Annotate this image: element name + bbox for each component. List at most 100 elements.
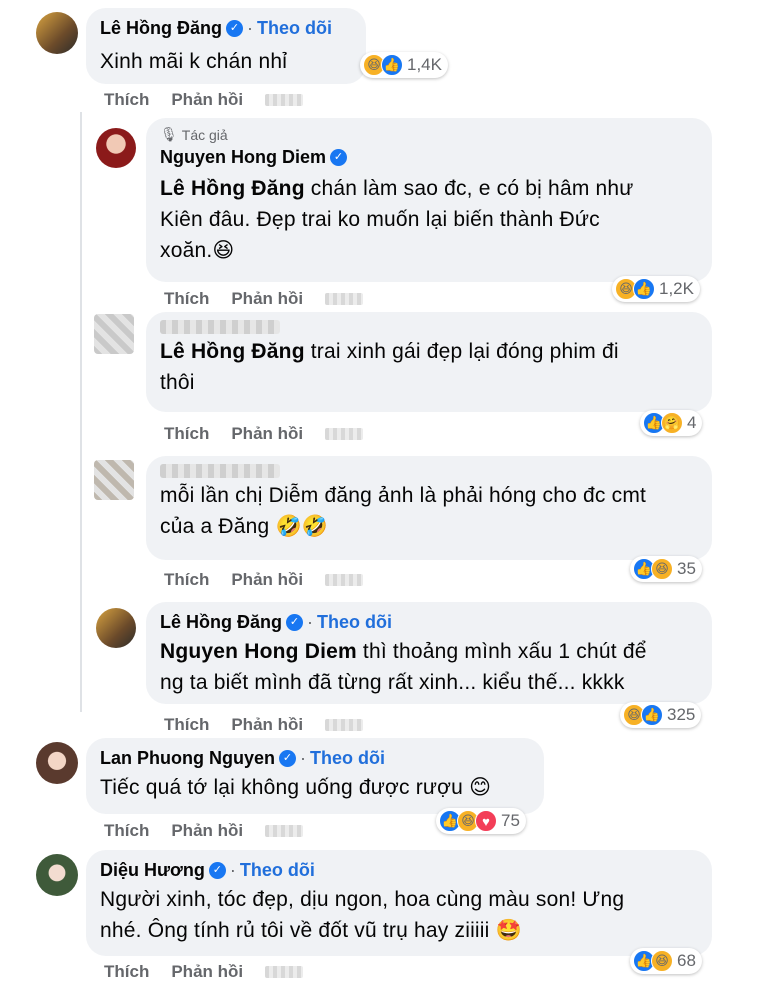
comment-text-segment: thì thoảng mình xấu 1 chút để [356, 640, 647, 663]
comment-text-segment: của a Đăng [160, 515, 270, 538]
mention-link[interactable]: Lê Hồng Đăng [160, 177, 305, 200]
commenter-name-blurred [160, 464, 280, 478]
like-reaction-icon: 👍 [381, 54, 403, 76]
verified-badge-icon: ✓ [226, 19, 243, 37]
comment-text: Xinh mãi k chán nhỉ [100, 50, 288, 73]
separator-dot: · [247, 18, 253, 38]
care-reaction-icon: 🤗 [661, 412, 683, 434]
comment-text-segment: ng ta biết mình đã từng rất xinh... kiểu… [160, 671, 625, 694]
timestamp-blurred [325, 574, 364, 586]
reaction-summary[interactable]: 👍 😆 68 [630, 948, 702, 974]
avatar[interactable] [94, 460, 134, 500]
comment-bubble: Lan Phuong Nguyen ✓ · Theo dõi Tiếc quá … [86, 738, 544, 814]
reply-button[interactable]: Phản hồi [231, 715, 303, 735]
like-button[interactable]: Thích [104, 962, 149, 982]
reaction-count: 1,2K [659, 279, 694, 298]
comment-text-segment: Tiếc quá tớ lại không uống được rượu [100, 776, 464, 799]
comment-text-segment: thôi [160, 371, 195, 394]
author-tag-label: Tác giả [181, 126, 228, 143]
verified-badge-icon: ✓ [279, 749, 296, 767]
comment-text: Lê Hồng Đăng chán làm sao đc, e có bị hâ… [160, 173, 700, 266]
comment-text: Tiếc quá tớ lại không uống được rượu 😊 [100, 772, 532, 803]
comment-actions: Thích Phản hồi [164, 715, 364, 735]
avatar[interactable] [36, 854, 78, 896]
verified-badge-icon: ✓ [286, 613, 303, 631]
follow-button[interactable]: Theo dõi [257, 16, 332, 40]
timestamp-blurred [265, 966, 304, 978]
separator-dot: · [300, 748, 306, 768]
reaction-count: 35 [677, 559, 696, 578]
avatar[interactable] [96, 128, 136, 168]
comment-bubble: Lê Hồng Đăng trai xinh gái đẹp lại đóng … [146, 312, 712, 412]
timestamp-blurred [265, 825, 304, 837]
comment-text-segment: nhé. Ông tính rủ tôi về đốt vũ trụ hay z… [100, 919, 490, 942]
commenter-name[interactable]: Lê Hồng Đăng [160, 610, 282, 634]
commenter-name-blurred [160, 320, 280, 334]
verified-badge-icon: ✓ [330, 148, 348, 166]
like-button[interactable]: Thích [164, 715, 209, 735]
thread-line [80, 112, 82, 712]
reaction-count: 68 [677, 951, 696, 970]
timestamp-blurred [325, 428, 364, 440]
smile-emoji-icon: 😊 [469, 776, 492, 799]
like-button[interactable]: Thích [104, 821, 149, 841]
commenter-name[interactable]: Nguyen Hong Diem [160, 145, 326, 169]
avatar[interactable] [96, 608, 136, 648]
comment-text-segment: trai xinh gái đẹp lại đóng phim đi [304, 340, 619, 363]
reply-button[interactable]: Phản hồi [231, 570, 303, 590]
author-mic-icon: 🎙 [160, 126, 178, 142]
comment-text-segment: mỗi lần chị Diễm đăng ảnh là phải hóng c… [160, 484, 647, 507]
comment-actions: Thích Phản hồi [104, 962, 304, 982]
reaction-summary[interactable]: 😆 👍 325 [620, 702, 702, 728]
comment-actions: Thích Phản hồi [104, 90, 304, 110]
reaction-summary[interactable]: 😆 👍 1,2K [612, 276, 700, 302]
comment-actions: Thích Phản hồi [164, 424, 364, 444]
haha-reaction-icon: 😆 [651, 950, 673, 972]
comment-bubble: 🎙 Tác giả Nguyen Hong Diem ✓ Lê Hồng Đăn… [146, 118, 712, 282]
follow-button[interactable]: Theo dõi [240, 858, 315, 882]
comment-text: Người xinh, tóc đẹp, dịu ngon, hoa cùng … [100, 884, 700, 946]
author-tag: 🎙 Tác giả [160, 126, 700, 143]
haha-reaction-icon: 😆 [651, 558, 673, 580]
commenter-name[interactable]: Lê Hồng Đăng [100, 16, 222, 40]
comment-bubble: Lê Hồng Đăng ✓ · Theo dõi Xinh mãi k chá… [86, 8, 366, 84]
reply-button[interactable]: Phản hồi [171, 821, 243, 841]
timestamp-blurred [325, 719, 364, 731]
comment-text-segment: xoăn. [160, 239, 213, 262]
separator-dot: · [229, 860, 236, 880]
reply-button[interactable]: Phản hồi [231, 289, 303, 309]
follow-button[interactable]: Theo dõi [317, 610, 392, 634]
follow-button[interactable]: Theo dõi [310, 746, 385, 770]
mention-link[interactable]: Nguyen Hong Diem [160, 640, 357, 663]
reply-button[interactable]: Phản hồi [171, 962, 243, 982]
comment-bubble: Diệu Hương ✓ · Theo dõi Người xinh, tóc … [86, 850, 712, 956]
reaction-summary[interactable]: 👍 🤗 4 [640, 410, 703, 436]
comment-actions: Thích Phản hồi [104, 821, 304, 841]
laugh-emoji-icon: 😆 [212, 239, 235, 262]
star-eyes-emoji-icon: 🤩 [495, 919, 522, 942]
reaction-summary[interactable]: 👍 😆 35 [630, 556, 702, 582]
like-button[interactable]: Thích [104, 90, 149, 110]
reaction-summary[interactable]: 👍 😆 ♥ 75 [436, 808, 526, 834]
reaction-summary[interactable]: 😆 👍 1,4K [360, 52, 448, 78]
comment-text-segment: chán làm sao đc, e có bị hâm như [304, 177, 634, 200]
comment-actions: Thích Phản hồi [164, 289, 364, 309]
like-button[interactable]: Thích [164, 289, 209, 309]
comment-text: mỗi lần chị Diễm đăng ảnh là phải hóng c… [160, 480, 700, 542]
like-button[interactable]: Thích [164, 424, 209, 444]
commenter-name[interactable]: Lan Phuong Nguyen [100, 746, 275, 770]
comment-bubble: mỗi lần chị Diễm đăng ảnh là phải hóng c… [146, 456, 712, 560]
avatar[interactable] [94, 314, 134, 354]
timestamp-blurred [325, 293, 364, 305]
reply-button[interactable]: Phản hồi [231, 424, 303, 444]
avatar[interactable] [36, 12, 78, 54]
comment-text-segment: Kiên đâu. Đẹp trai ko muốn lại biến thàn… [160, 208, 600, 231]
avatar[interactable] [36, 742, 78, 784]
comment-text: Nguyen Hong Diem thì thoảng mình xấu 1 c… [160, 636, 700, 698]
reply-button[interactable]: Phản hồi [171, 90, 243, 110]
commenter-name[interactable]: Diệu Hương [100, 858, 205, 882]
mention-link[interactable]: Lê Hồng Đăng [160, 340, 305, 363]
timestamp-blurred [265, 94, 304, 106]
like-button[interactable]: Thích [164, 570, 209, 590]
comment-text: Lê Hồng Đăng trai xinh gái đẹp lại đóng … [160, 336, 700, 398]
